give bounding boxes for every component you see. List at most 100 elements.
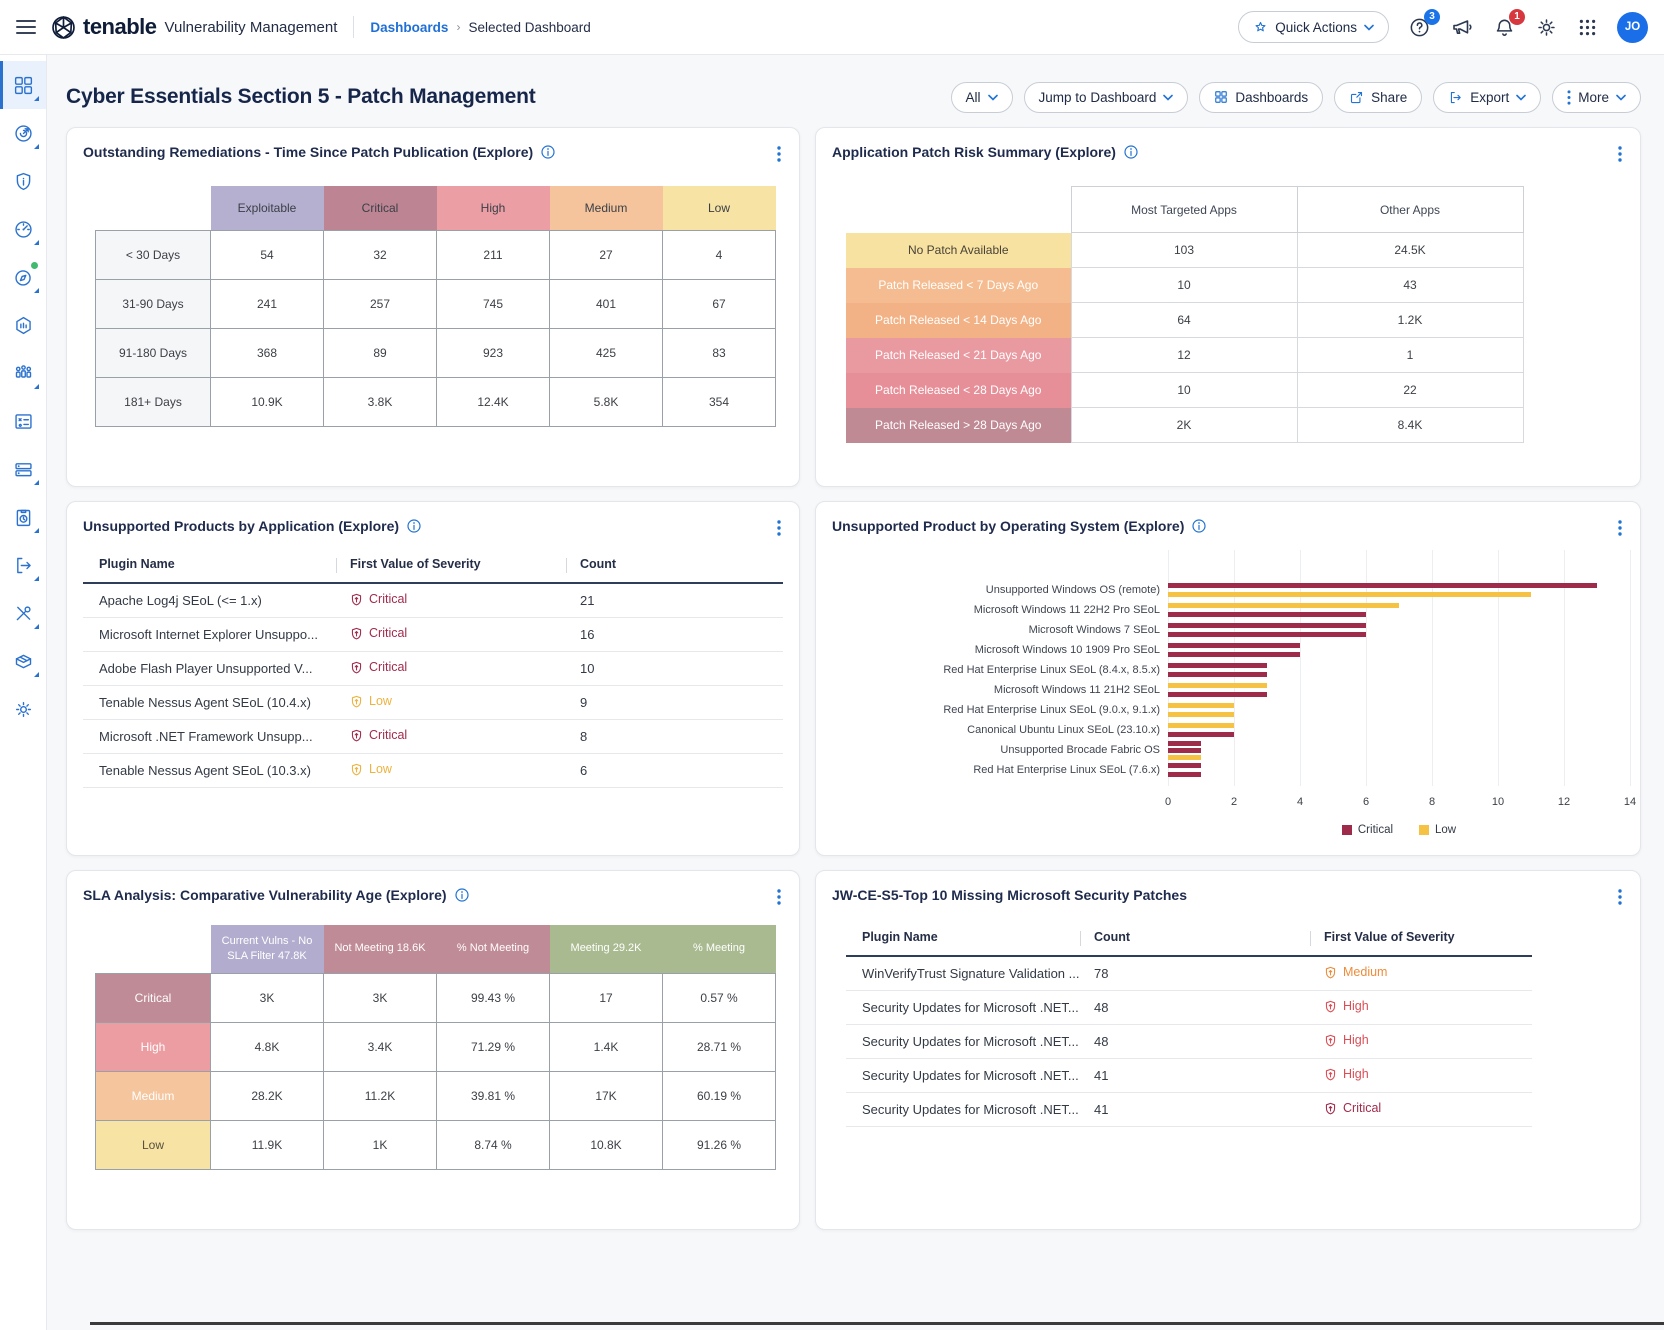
table-cell[interactable]: 8.4K: [1297, 408, 1523, 443]
chart-bar[interactable]: [1168, 763, 1201, 768]
kebab-menu-icon[interactable]: [773, 885, 785, 909]
chart-bar[interactable]: [1168, 723, 1234, 728]
sidebar-item-findings[interactable]: [0, 157, 46, 205]
chart-bar[interactable]: [1168, 632, 1366, 637]
chart-bar[interactable]: [1168, 612, 1366, 617]
table-cell[interactable]: 67: [663, 279, 776, 328]
table-cell[interactable]: 43: [1297, 268, 1523, 303]
table-cell[interactable]: 60.19 %: [663, 1071, 776, 1120]
info-icon[interactable]: [1124, 145, 1138, 159]
table-cell[interactable]: 22: [1297, 373, 1523, 408]
chart-bar[interactable]: [1168, 772, 1201, 777]
chart-bar[interactable]: [1168, 712, 1234, 717]
sidebar-item-assets[interactable]: [0, 301, 46, 349]
table-cell[interactable]: 64: [1071, 303, 1297, 338]
table-cell[interactable]: 3K: [211, 973, 324, 1022]
table-row[interactable]: Security Updates for Microsoft .NET...41…: [846, 1059, 1532, 1093]
table-cell[interactable]: 354: [663, 377, 776, 426]
chart-bar[interactable]: [1168, 672, 1267, 677]
table-row[interactable]: Adobe Flash Player Unsupported V...Criti…: [83, 652, 783, 686]
export-button[interactable]: Export: [1433, 82, 1541, 113]
table-cell[interactable]: 0.57 %: [663, 973, 776, 1022]
sidebar-item-tools[interactable]: [0, 589, 46, 637]
table-cell[interactable]: 257: [324, 279, 437, 328]
breadcrumb-dashboards[interactable]: Dashboards: [370, 20, 448, 35]
table-row[interactable]: Security Updates for Microsoft .NET...48…: [846, 991, 1532, 1025]
table-cell[interactable]: 1K: [324, 1120, 437, 1169]
table-cell[interactable]: 54: [211, 230, 324, 279]
table-cell[interactable]: 103: [1071, 233, 1297, 268]
column-header[interactable]: First Value of Severity: [336, 557, 566, 571]
table-cell[interactable]: 11.2K: [324, 1071, 437, 1120]
table-cell[interactable]: 10.8K: [550, 1120, 663, 1169]
info-icon[interactable]: [407, 519, 421, 533]
sidebar-item-attack-surface[interactable]: [0, 253, 46, 301]
jump-to-dashboard-button[interactable]: Jump to Dashboard: [1024, 82, 1189, 113]
table-cell[interactable]: 10: [1071, 268, 1297, 303]
table-row[interactable]: Security Updates for Microsoft .NET...48…: [846, 1025, 1532, 1059]
chart-bar[interactable]: [1168, 623, 1366, 628]
chart-bar[interactable]: [1168, 692, 1267, 697]
table-row[interactable]: Microsoft Internet Explorer Unsuppo...Cr…: [83, 618, 783, 652]
chart-bar[interactable]: [1168, 748, 1201, 753]
kebab-menu-icon[interactable]: [773, 142, 785, 166]
chart-bar[interactable]: [1168, 703, 1234, 708]
chart-bar[interactable]: [1168, 643, 1300, 648]
help-icon[interactable]: 3: [1408, 16, 1431, 39]
megaphone-icon[interactable]: [1450, 15, 1474, 39]
table-cell[interactable]: 83: [663, 328, 776, 377]
column-header[interactable]: Count: [1080, 930, 1310, 944]
table-cell[interactable]: 10.9K: [211, 377, 324, 426]
table-cell[interactable]: 1.2K: [1297, 303, 1523, 338]
table-cell[interactable]: 71.29 %: [437, 1022, 550, 1071]
table-cell[interactable]: 425: [550, 328, 663, 377]
table-cell[interactable]: 17K: [550, 1071, 663, 1120]
dashboards-button[interactable]: Dashboards: [1199, 82, 1323, 113]
table-cell[interactable]: 12.4K: [437, 377, 550, 426]
table-row[interactable]: Tenable Nessus Agent SEoL (10.4.x)Low9: [83, 686, 783, 720]
table-cell[interactable]: 401: [550, 279, 663, 328]
kebab-menu-icon[interactable]: [1614, 516, 1626, 540]
chart-bar[interactable]: [1168, 663, 1267, 668]
more-button[interactable]: More: [1552, 82, 1641, 113]
table-row[interactable]: WinVerifyTrust Signature Validation ...7…: [846, 957, 1532, 991]
table-row[interactable]: Microsoft .NET Framework Unsupp...Critic…: [83, 720, 783, 754]
table-cell[interactable]: 2K: [1071, 408, 1297, 443]
table-cell[interactable]: 4: [663, 230, 776, 279]
chart-bar[interactable]: [1168, 592, 1531, 597]
table-cell[interactable]: 28.2K: [211, 1071, 324, 1120]
table-cell[interactable]: 5.8K: [550, 377, 663, 426]
chart-bar[interactable]: [1168, 652, 1300, 657]
table-cell[interactable]: 32: [324, 230, 437, 279]
table-row[interactable]: Security Updates for Microsoft .NET...41…: [846, 1093, 1532, 1127]
table-cell[interactable]: 11.9K: [211, 1120, 324, 1169]
table-cell[interactable]: 10: [1071, 373, 1297, 408]
chart-bar[interactable]: [1168, 583, 1597, 588]
chart-bar[interactable]: [1168, 741, 1201, 746]
bell-icon[interactable]: 1: [1493, 16, 1516, 39]
column-header[interactable]: Plugin Name: [83, 557, 336, 571]
sidebar-item-metrics[interactable]: [0, 205, 46, 253]
sidebar-item-reports[interactable]: [0, 493, 46, 541]
filter-all-button[interactable]: All: [951, 82, 1013, 113]
table-cell[interactable]: 24.5K: [1297, 233, 1523, 268]
table-cell[interactable]: 89: [324, 328, 437, 377]
table-row[interactable]: Apache Log4j SEoL (<= 1.x)Critical21: [83, 584, 783, 618]
sidebar-item-resources[interactable]: [0, 637, 46, 685]
table-cell[interactable]: 3.8K: [324, 377, 437, 426]
gear-icon[interactable]: [1535, 16, 1558, 39]
app-grid-icon[interactable]: [1577, 17, 1598, 38]
table-cell[interactable]: 1.4K: [550, 1022, 663, 1071]
table-cell[interactable]: 28.71 %: [663, 1022, 776, 1071]
chart-bar[interactable]: [1168, 603, 1399, 608]
share-button[interactable]: Share: [1334, 82, 1422, 113]
sidebar-item-explore[interactable]: [0, 109, 46, 157]
table-cell[interactable]: 99.43 %: [437, 973, 550, 1022]
table-cell[interactable]: 211: [437, 230, 550, 279]
table-cell[interactable]: 4.8K: [211, 1022, 324, 1071]
sidebar-item-scans[interactable]: [0, 397, 46, 445]
table-cell[interactable]: 8.74 %: [437, 1120, 550, 1169]
kebab-menu-icon[interactable]: [1614, 142, 1626, 166]
hamburger-icon[interactable]: [16, 19, 36, 35]
kebab-menu-icon[interactable]: [1614, 885, 1626, 909]
